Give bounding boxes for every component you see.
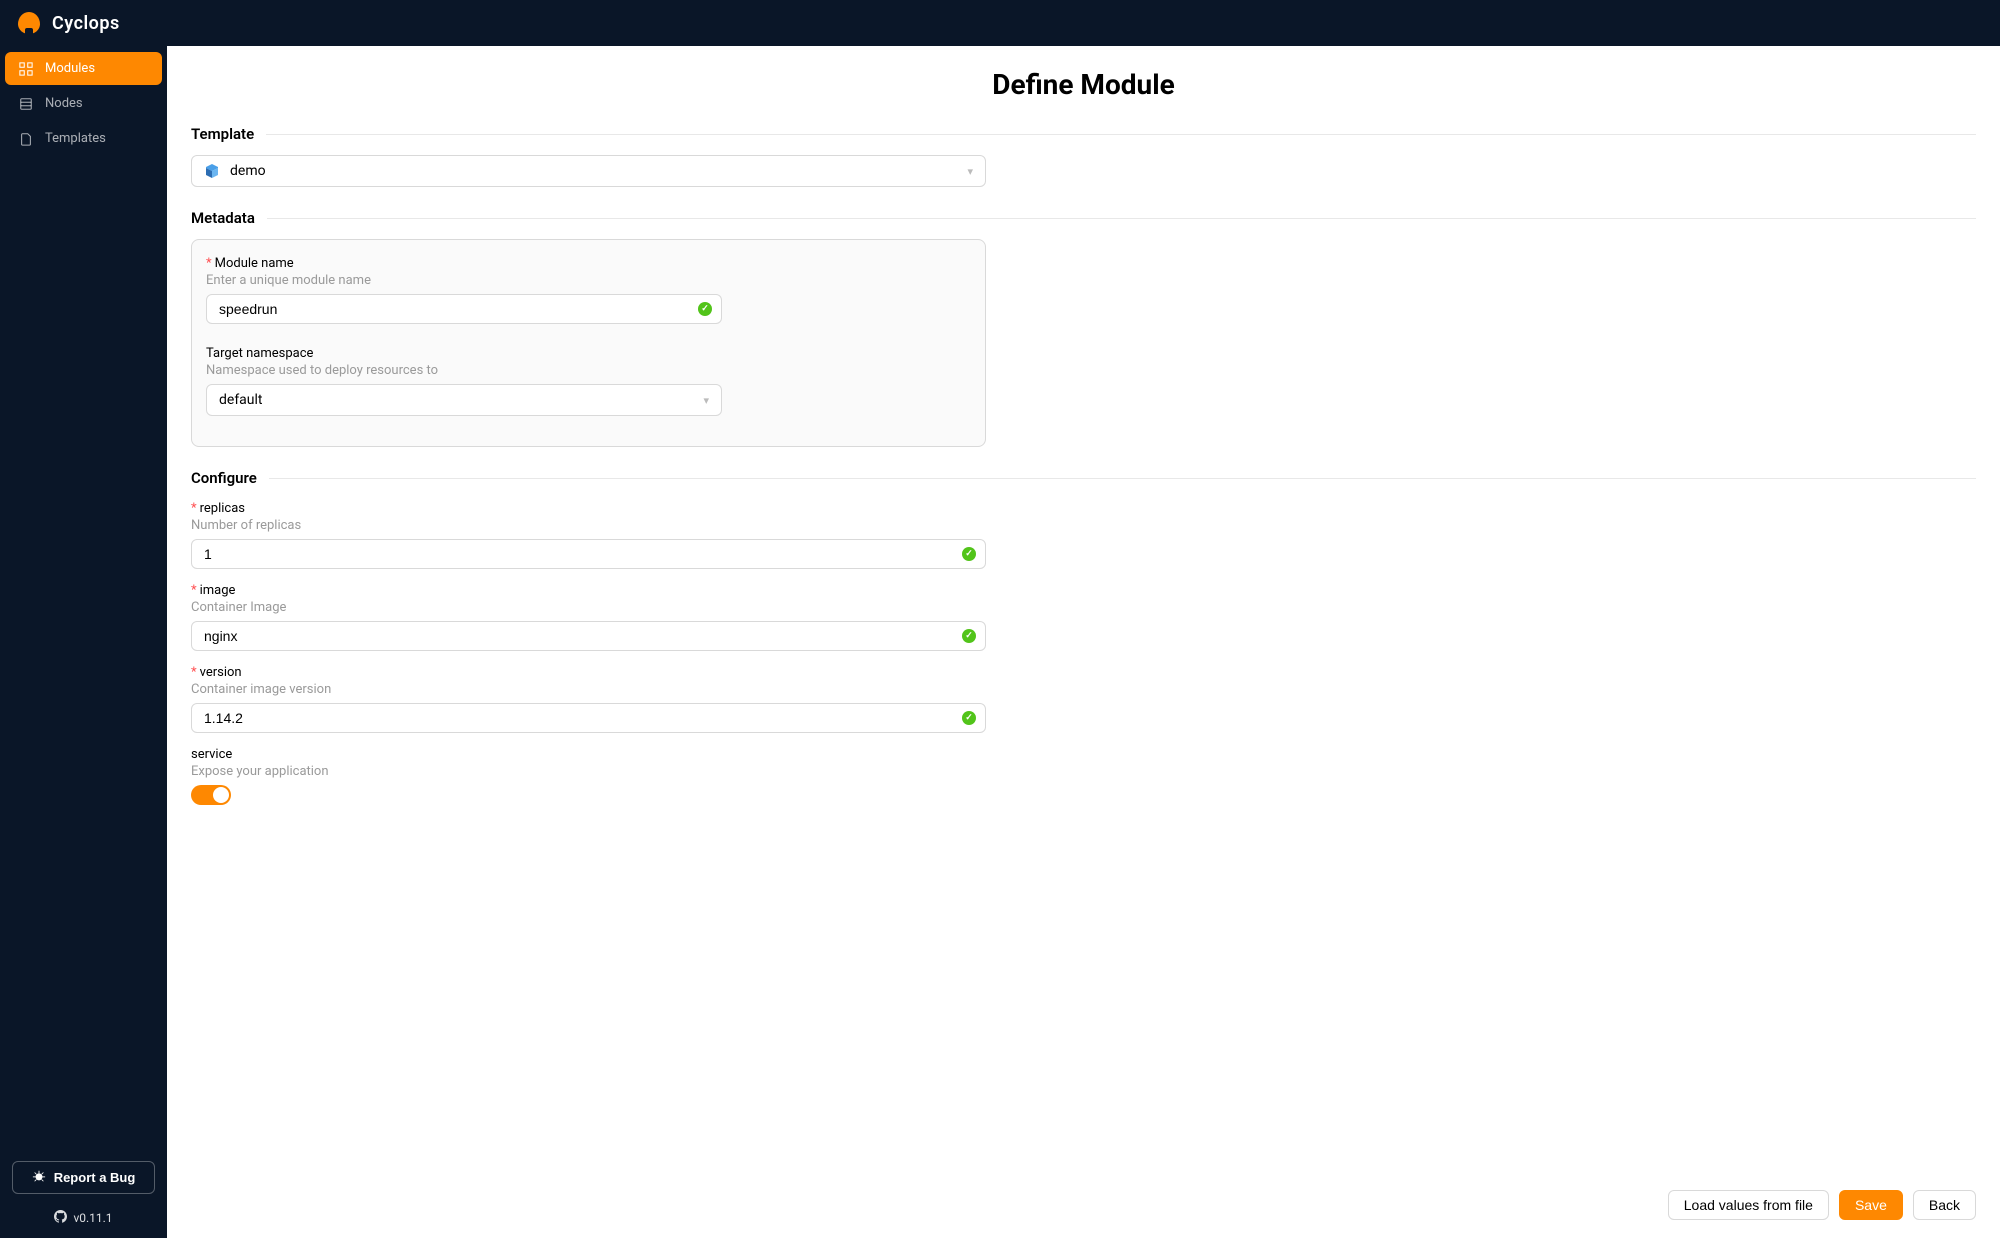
valid-check-icon — [962, 711, 976, 725]
namespace-select[interactable]: default ▾ — [206, 384, 722, 416]
templates-icon — [19, 132, 33, 146]
sidebar-item-templates[interactable]: Templates — [5, 122, 162, 155]
save-button[interactable]: Save — [1839, 1190, 1903, 1220]
divider — [267, 218, 1976, 219]
divider — [269, 478, 1976, 479]
service-toggle[interactable] — [191, 785, 231, 805]
section-title-configure: Configure — [191, 469, 257, 487]
report-bug-label: Report a Bug — [54, 1170, 136, 1185]
cyclops-logo-icon — [18, 12, 40, 34]
module-name-help: Enter a unique module name — [206, 273, 971, 288]
sidebar-item-modules[interactable]: Modules — [5, 52, 162, 85]
sidebar-item-label: Modules — [45, 61, 95, 76]
replicas-label: *replicas — [191, 501, 986, 516]
valid-check-icon — [962, 629, 976, 643]
load-values-button[interactable]: Load values from file — [1668, 1190, 1829, 1220]
image-label: *image — [191, 583, 986, 598]
sidebar-item-label: Templates — [45, 131, 106, 146]
version-label: *version — [191, 665, 986, 680]
image-help: Container Image — [191, 600, 986, 615]
main-content: Define Module Template demo ▾ Metadata *… — [167, 46, 2000, 1238]
field-version: *version Container image version — [191, 665, 986, 733]
field-namespace: Target namespace Namespace used to deplo… — [206, 346, 971, 416]
section-title-metadata: Metadata — [191, 209, 255, 227]
divider — [266, 134, 1976, 135]
bug-icon — [32, 1169, 46, 1186]
module-name-input[interactable] — [206, 294, 722, 324]
valid-check-icon — [962, 547, 976, 561]
namespace-value: default — [219, 392, 703, 408]
sidebar-nav: Modules Nodes Templates — [0, 50, 167, 1149]
namespace-help: Namespace used to deploy resources to — [206, 363, 971, 378]
namespace-label: Target namespace — [206, 346, 971, 361]
replicas-help: Number of replicas — [191, 518, 986, 533]
section-title-template: Template — [191, 125, 254, 143]
metadata-box: *Module name Enter a unique module name … — [191, 239, 986, 447]
sidebar-item-label: Nodes — [45, 96, 83, 111]
logo[interactable]: Cyclops — [18, 12, 120, 34]
github-icon — [54, 1210, 67, 1226]
page-title: Define Module — [191, 68, 1976, 101]
nodes-icon — [19, 97, 33, 111]
image-input[interactable] — [191, 621, 986, 651]
switch-knob — [213, 787, 229, 803]
template-select[interactable]: demo ▾ — [191, 155, 986, 187]
section-header-template: Template — [191, 125, 1976, 143]
brand-name: Cyclops — [52, 13, 120, 34]
topbar: Cyclops — [0, 0, 2000, 46]
action-bar: Load values from file Save Back — [1668, 1190, 1976, 1220]
service-help: Expose your application — [191, 764, 986, 779]
section-header-configure: Configure — [191, 469, 1976, 487]
sidebar-item-nodes[interactable]: Nodes — [5, 87, 162, 120]
chevron-down-icon: ▾ — [703, 394, 709, 407]
report-bug-button[interactable]: Report a Bug — [12, 1161, 155, 1194]
field-module-name: *Module name Enter a unique module name — [206, 256, 971, 324]
template-value: demo — [230, 163, 967, 179]
module-name-label: *Module name — [206, 256, 971, 271]
version-text: v0.11.1 — [73, 1211, 112, 1225]
modules-icon — [19, 62, 33, 76]
version-row[interactable]: v0.11.1 — [12, 1210, 155, 1226]
version-help: Container image version — [191, 682, 986, 697]
back-button[interactable]: Back — [1913, 1190, 1976, 1220]
version-input[interactable] — [191, 703, 986, 733]
service-label: service — [191, 747, 986, 762]
cube-icon — [204, 163, 220, 179]
section-header-metadata: Metadata — [191, 209, 1976, 227]
field-replicas: *replicas Number of replicas — [191, 501, 986, 569]
chevron-down-icon: ▾ — [967, 165, 973, 178]
field-image: *image Container Image — [191, 583, 986, 651]
replicas-input[interactable] — [191, 539, 986, 569]
field-service: service Expose your application — [191, 747, 986, 805]
sidebar: Modules Nodes Templates Report a Bug — [0, 46, 167, 1238]
valid-check-icon — [698, 302, 712, 316]
